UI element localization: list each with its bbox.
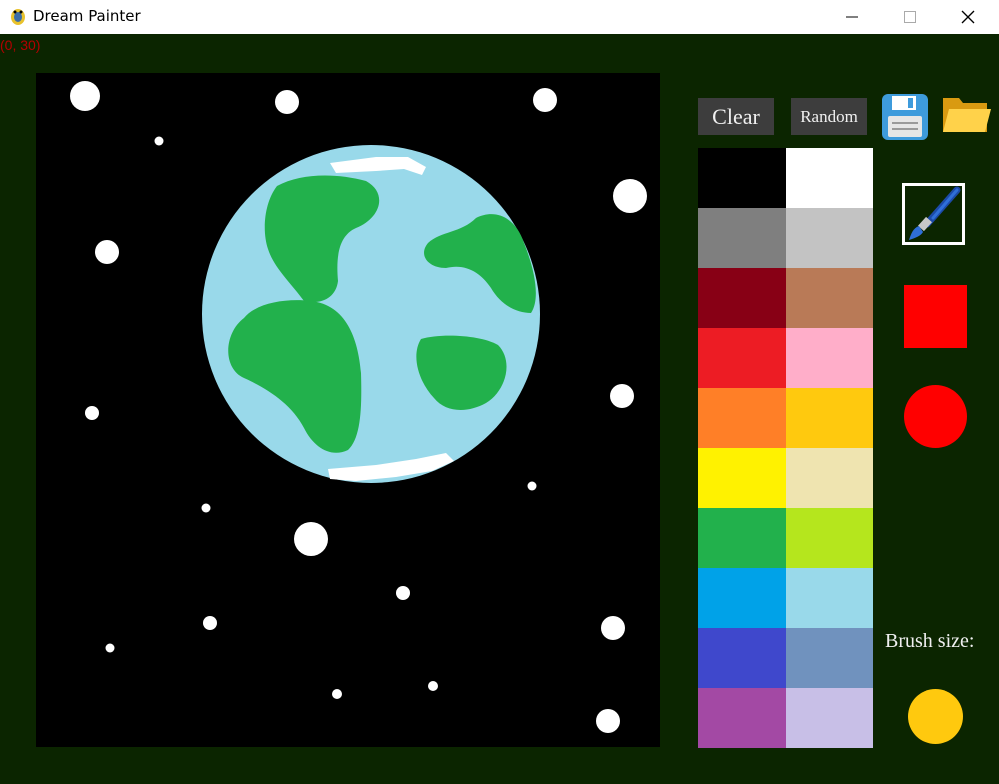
color-swatch[interactable]	[786, 208, 873, 268]
color-swatch[interactable]	[698, 628, 786, 688]
maximize-button[interactable]	[881, 0, 939, 34]
title-bar: Dream Painter	[0, 0, 999, 34]
color-swatch[interactable]	[786, 388, 873, 448]
color-swatch[interactable]	[786, 148, 873, 208]
paintbrush-icon	[909, 186, 961, 240]
color-swatch[interactable]	[786, 568, 873, 628]
window-title: Dream Painter	[33, 7, 141, 25]
random-button[interactable]: Random	[791, 98, 867, 135]
close-icon	[961, 10, 975, 24]
color-swatch[interactable]	[698, 688, 786, 748]
open-button[interactable]	[941, 94, 993, 136]
rectangle-tool-button[interactable]	[904, 285, 967, 348]
color-swatch[interactable]	[698, 508, 786, 568]
brush-size-preview[interactable]	[908, 689, 963, 744]
python-snake-app-icon	[11, 9, 25, 25]
color-swatch[interactable]	[786, 328, 873, 388]
brush-tool-button[interactable]	[902, 183, 965, 245]
canvas-artwork	[70, 81, 647, 733]
color-swatch[interactable]	[698, 208, 786, 268]
minimize-button[interactable]	[823, 0, 881, 34]
color-swatch[interactable]	[786, 628, 873, 688]
folder-icon	[943, 98, 991, 132]
color-swatch[interactable]	[786, 268, 873, 328]
color-swatch[interactable]	[698, 268, 786, 328]
close-button[interactable]	[939, 0, 997, 34]
earth-drawing	[202, 145, 540, 483]
color-swatch[interactable]	[786, 508, 873, 568]
color-swatch[interactable]	[786, 448, 873, 508]
clear-button[interactable]: Clear	[698, 98, 774, 135]
color-palette	[698, 148, 873, 748]
color-swatch[interactable]	[786, 688, 873, 748]
drawing-canvas[interactable]	[36, 73, 660, 747]
color-swatch[interactable]	[698, 448, 786, 508]
minimize-icon	[846, 16, 858, 18]
color-swatch[interactable]	[698, 568, 786, 628]
maximize-icon	[904, 11, 916, 23]
cursor-position-readout: (0, 30)	[0, 37, 41, 53]
color-swatch[interactable]	[698, 148, 786, 208]
color-swatch[interactable]	[698, 388, 786, 448]
color-swatch[interactable]	[698, 328, 786, 388]
brush-size-label: Brush size:	[885, 630, 975, 652]
circle-tool-button[interactable]	[904, 385, 967, 448]
save-button[interactable]	[881, 93, 929, 141]
floppy-disk-icon	[882, 94, 928, 140]
